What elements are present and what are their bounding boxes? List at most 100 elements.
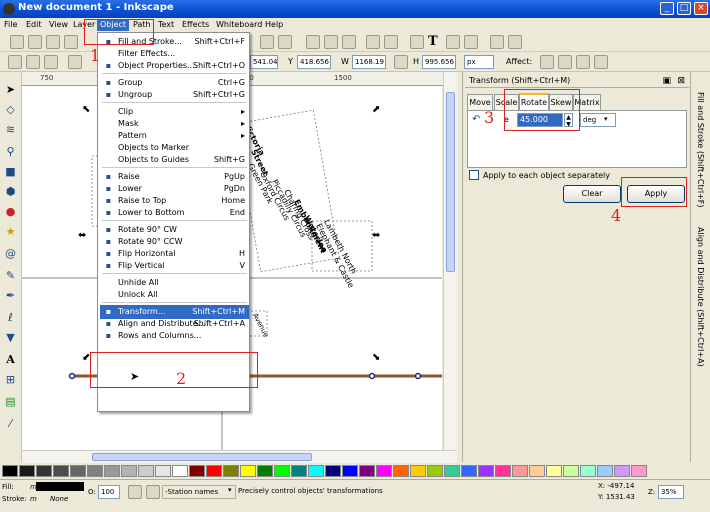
select-all-icon[interactable] xyxy=(8,55,22,69)
pencil-tool-icon[interactable]: ✎ xyxy=(3,268,18,283)
paint-bucket-tool-icon[interactable]: ▼ xyxy=(3,330,18,345)
fill-stroke-side-tab[interactable]: Fill and Stroke (Shift+Ctrl+F) xyxy=(696,92,705,208)
new-document-icon[interactable] xyxy=(10,35,24,49)
lock-icon[interactable] xyxy=(394,55,408,69)
palette-swatch[interactable] xyxy=(631,465,647,477)
minimize-icon[interactable]: _ xyxy=(660,2,674,15)
menu-text[interactable]: Text xyxy=(158,19,174,31)
palette-swatch[interactable] xyxy=(529,465,545,477)
horizontal-scrollbar[interactable] xyxy=(22,450,457,463)
palette-swatch[interactable] xyxy=(393,465,409,477)
palette-swatch[interactable] xyxy=(410,465,426,477)
align-side-tab[interactable]: Align and Distribute (Shift+Ctrl+A) xyxy=(696,227,705,367)
palette-swatch[interactable] xyxy=(87,465,103,477)
palette-swatch[interactable] xyxy=(495,465,511,477)
palette-swatch[interactable] xyxy=(444,465,460,477)
maximize-icon[interactable]: □ xyxy=(677,2,691,15)
zoom-page-icon[interactable] xyxy=(278,35,292,49)
menu-item-ungroup[interactable]: ▪ Ungroup Shift+Ctrl+G xyxy=(100,88,249,102)
unit-select[interactable]: px xyxy=(464,55,494,69)
3d-box-tool-icon[interactable]: ⬢ xyxy=(3,184,18,199)
palette-swatch[interactable] xyxy=(461,465,477,477)
connector-tool-icon[interactable]: ⊞ xyxy=(3,372,18,387)
scrollbar-thumb[interactable] xyxy=(446,92,455,272)
angle-unit-select[interactable]: deg xyxy=(580,113,616,127)
menu-help[interactable]: Help xyxy=(265,19,283,31)
palette-swatch[interactable] xyxy=(172,465,188,477)
palette-swatch[interactable] xyxy=(478,465,494,477)
calligraphy-tool-icon[interactable]: ℓ xyxy=(3,310,18,325)
ellipse-tool-icon[interactable]: ● xyxy=(3,204,18,219)
palette-swatch[interactable] xyxy=(580,465,596,477)
menu-file[interactable]: File xyxy=(4,19,17,31)
zoom-tool-icon[interactable]: ⚲ xyxy=(3,144,18,159)
clone-icon[interactable] xyxy=(324,35,338,49)
menu-item-objects-to-guides[interactable]: Objects to Guides Shift+G xyxy=(100,153,249,167)
layer-lock-icon[interactable] xyxy=(146,485,160,499)
palette-swatch[interactable] xyxy=(206,465,222,477)
open-icon[interactable] xyxy=(28,35,42,49)
palette-swatch[interactable] xyxy=(240,465,256,477)
fill-swatch[interactable] xyxy=(36,482,84,491)
w-field[interactable]: 1168.19 xyxy=(352,55,386,69)
rotate-ccw-toolbar-icon[interactable] xyxy=(68,55,82,69)
layer-visibility-icon[interactable] xyxy=(128,485,142,499)
apply-each-checkbox[interactable] xyxy=(469,170,479,180)
palette-swatch[interactable] xyxy=(70,465,86,477)
palette-swatch[interactable] xyxy=(512,465,528,477)
duplicate-icon[interactable] xyxy=(306,35,320,49)
chevron-down-icon[interactable]: ▾ xyxy=(228,486,232,494)
dropper-tool-icon[interactable]: ⁄ xyxy=(3,416,18,431)
palette-swatch[interactable] xyxy=(19,465,35,477)
spiral-tool-icon[interactable]: @ xyxy=(3,246,18,261)
palette-swatch[interactable] xyxy=(36,465,52,477)
panel-menu-icon[interactable]: ▣ xyxy=(662,74,671,88)
menu-whiteboard[interactable]: Whiteboard xyxy=(216,19,262,31)
text-tool-icon[interactable]: A xyxy=(3,352,18,367)
palette-swatch[interactable] xyxy=(53,465,69,477)
close-icon[interactable]: × xyxy=(694,2,708,15)
affect-corners-icon[interactable] xyxy=(558,55,572,69)
palette-swatch[interactable] xyxy=(138,465,154,477)
affect-stroke-icon[interactable] xyxy=(540,55,554,69)
save-icon[interactable] xyxy=(46,35,60,49)
gradient-tool-icon[interactable]: ▤ xyxy=(3,394,18,409)
menu-view[interactable]: View xyxy=(49,19,68,31)
panel-close-icon[interactable]: ⊠ xyxy=(677,74,685,88)
document-properties-icon[interactable] xyxy=(508,35,522,49)
opacity-field[interactable]: 100 xyxy=(98,485,120,499)
y-field[interactable]: 418.656 xyxy=(297,55,331,69)
palette-swatch[interactable] xyxy=(155,465,171,477)
palette-swatch[interactable] xyxy=(427,465,443,477)
palette-swatch[interactable] xyxy=(189,465,205,477)
palette-swatch[interactable] xyxy=(223,465,239,477)
zoom-selection-icon[interactable] xyxy=(260,35,274,49)
h-field[interactable]: 995.656 xyxy=(422,55,456,69)
group-toolbar-icon[interactable] xyxy=(366,35,380,49)
palette-swatch[interactable] xyxy=(614,465,630,477)
menu-edit[interactable]: Edit xyxy=(26,19,42,31)
scrollbar-thumb[interactable] xyxy=(92,453,312,461)
ungroup-toolbar-icon[interactable] xyxy=(384,35,398,49)
node-tool-icon[interactable]: ◇ xyxy=(3,102,18,117)
deselect-icon[interactable] xyxy=(44,55,58,69)
xml-editor-icon[interactable] xyxy=(446,35,460,49)
menu-item-lower-to-bottom[interactable]: ▪ Lower to Bottom End xyxy=(100,206,249,220)
menu-item-unlock-all[interactable]: Unlock All xyxy=(100,288,249,302)
star-tool-icon[interactable]: ★ xyxy=(3,224,18,239)
clear-button[interactable]: Clear xyxy=(563,185,621,203)
x-field[interactable]: 541.04 xyxy=(250,55,278,69)
palette-swatch[interactable] xyxy=(546,465,562,477)
tweak-tool-icon[interactable]: ≋ xyxy=(3,122,18,137)
palette-swatch[interactable] xyxy=(291,465,307,477)
pen-tool-icon[interactable]: ✒ xyxy=(3,288,18,303)
palette-swatch[interactable] xyxy=(342,465,358,477)
affect-gradient-icon[interactable] xyxy=(576,55,590,69)
rectangle-tool-icon[interactable]: ■ xyxy=(3,164,18,179)
palette-swatch[interactable] xyxy=(2,465,18,477)
menu-item-object-properties[interactable]: ▪ Object Properties... Shift+Ctrl+O xyxy=(100,59,249,73)
unlink-clone-icon[interactable] xyxy=(342,35,356,49)
affect-pattern-icon[interactable] xyxy=(594,55,608,69)
palette-swatch[interactable] xyxy=(257,465,273,477)
palette-swatch[interactable] xyxy=(359,465,375,477)
